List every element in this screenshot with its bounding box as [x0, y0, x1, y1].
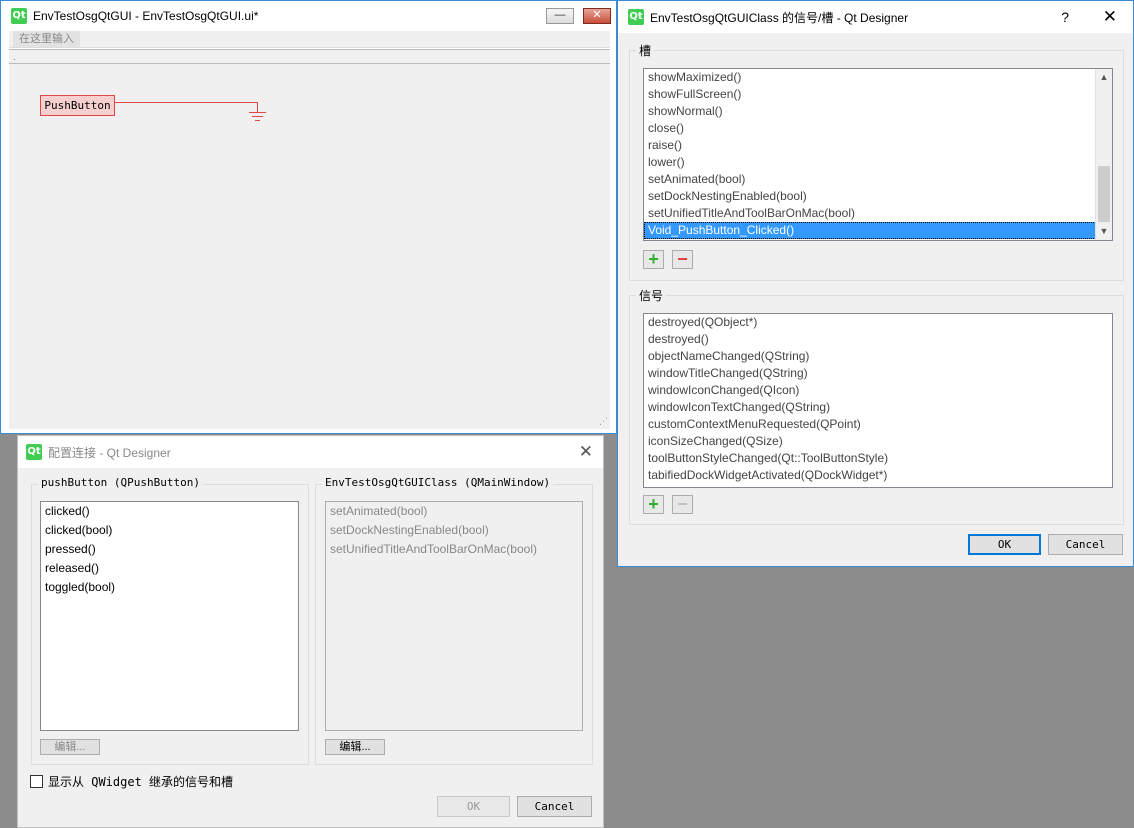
- signal-list-item[interactable]: tabifiedDockWidgetActivated(QDockWidget*…: [644, 467, 1112, 484]
- ok-button[interactable]: OK: [968, 534, 1041, 555]
- slots-items: showMaximized() showFullScreen() showNorma…: [644, 69, 1112, 239]
- slot-list-item[interactable]: showMaximized(): [644, 69, 1112, 86]
- slot-list-item[interactable]: setDockNestingEnabled(bool): [644, 188, 1112, 205]
- signals-items: destroyed(QObject*) destroyed() objectName…: [644, 314, 1112, 484]
- minimize-button[interactable]: —: [546, 8, 574, 24]
- close-icon[interactable]: ✕: [579, 442, 593, 462]
- receiver-slot-item[interactable]: setUnifiedTitleAndToolBarOnMac(bool): [326, 540, 582, 559]
- form-divider: [9, 63, 610, 64]
- sender-signal-item[interactable]: clicked(): [41, 502, 298, 521]
- edit-slots-button[interactable]: 编辑...: [325, 739, 385, 755]
- edit-signals-button[interactable]: 编辑...: [40, 739, 100, 755]
- signal-list-item[interactable]: windowIconChanged(QIcon): [644, 382, 1112, 399]
- remove-signal-button[interactable]: −: [672, 495, 693, 514]
- show-inherited-label: 显示从 QWidget 继承的信号和槽: [48, 775, 234, 789]
- sender-signal-item[interactable]: pressed(): [41, 540, 298, 559]
- signal-list-item[interactable]: destroyed(QObject*): [644, 314, 1112, 331]
- signals-list[interactable]: destroyed(QObject*) destroyed() objectName…: [643, 313, 1113, 488]
- slot-list-item[interactable]: setAnimated(bool): [644, 171, 1112, 188]
- signal-connection-line[interactable]: [115, 102, 258, 103]
- sender-signal-item[interactable]: clicked(bool): [41, 521, 298, 540]
- cancel-button[interactable]: Cancel: [1048, 534, 1123, 555]
- signal-list-item[interactable]: toolButtonStyleChanged(Qt::ToolButtonSty…: [644, 450, 1112, 467]
- help-button[interactable]: ?: [1061, 9, 1069, 25]
- receiver-slot-items: setAnimated(bool) setDockNestingEnabled(b…: [326, 502, 582, 559]
- qt-logo-icon: Qt: [11, 8, 27, 24]
- sender-group: pushButton (QPushButton) clicked() clicke…: [31, 476, 309, 765]
- sender-signal-items: clicked() clicked(bool) pressed() released(…: [41, 502, 298, 597]
- slots-list[interactable]: showMaximized() showFullScreen() showNorma…: [643, 68, 1113, 241]
- pushbutton-widget[interactable]: PushButton: [40, 95, 115, 116]
- close-icon[interactable]: ✕: [1103, 7, 1117, 27]
- sender-signal-item[interactable]: released(): [41, 559, 298, 578]
- signals-slots-title: EnvTestOsgQtGUIClass 的信号/槽 - Qt Designer: [650, 10, 909, 25]
- receiver-group: EnvTestOsgQtGUIClass (QMainWindow) setAn…: [315, 476, 593, 765]
- configure-connection-titlebar[interactable]: Qt 配置连接 - Qt Designer ✕: [18, 436, 603, 468]
- receiver-group-title: EnvTestOsgQtGUIClass (QMainWindow): [322, 476, 554, 489]
- scrollbar-thumb[interactable]: [1098, 166, 1110, 222]
- menubar-type-here-placeholder[interactable]: 在这里输入: [13, 31, 80, 47]
- signal-list-item[interactable]: objectNameChanged(QString): [644, 348, 1112, 365]
- configure-connection-dialog: Qt 配置连接 - Qt Designer ✕ pushButton (QPus…: [17, 435, 604, 828]
- signals-group-title: 信号: [636, 287, 667, 304]
- form-dot: .: [13, 52, 16, 62]
- signals-slots-titlebar[interactable]: Qt EnvTestOsgQtGUIClass 的信号/槽 - Qt Desig…: [618, 1, 1133, 33]
- slot-list-item[interactable]: showFullScreen(): [644, 86, 1112, 103]
- checkbox-box[interactable]: [30, 775, 43, 788]
- slot-list-item[interactable]: lower(): [644, 154, 1112, 171]
- sender-signals-list[interactable]: clicked() clicked(bool) pressed() released(…: [40, 501, 299, 731]
- ground-symbol-bar-1: [249, 112, 266, 113]
- qt-logo-icon: Qt: [26, 444, 42, 460]
- slot-list-item[interactable]: Void_PushButton_Clicked(): [644, 222, 1112, 239]
- sender-signal-item[interactable]: toggled(bool): [41, 578, 298, 597]
- ok-button[interactable]: OK: [437, 796, 510, 817]
- receiver-slot-item[interactable]: setDockNestingEnabled(bool): [326, 521, 582, 540]
- form-menubar: 在这里输入: [9, 31, 610, 48]
- ground-symbol-stem: [257, 102, 258, 112]
- signals-group: 信号 destroyed(QObject*) destroyed() objectN…: [629, 287, 1124, 525]
- sender-group-title: pushButton (QPushButton): [38, 476, 203, 489]
- size-grip-icon[interactable]: ⋰: [599, 416, 608, 427]
- signal-list-item[interactable]: customContextMenuRequested(QPoint): [644, 416, 1112, 433]
- form-canvas[interactable]: . PushButton ⋰: [9, 49, 610, 429]
- form-editor-window: Qt EnvTestOsgQtGUI - EnvTestOsgQtGUI.ui*…: [0, 0, 617, 434]
- show-inherited-checkbox[interactable]: 显示从 QWidget 继承的信号和槽: [30, 773, 233, 790]
- ground-symbol-bar-2: [252, 116, 263, 117]
- slots-group-title: 槽: [636, 42, 655, 59]
- signal-list-item[interactable]: windowIconTextChanged(QString): [644, 399, 1112, 416]
- ground-symbol-bar-3: [255, 120, 260, 121]
- signal-list-item[interactable]: destroyed(): [644, 331, 1112, 348]
- configure-connection-title: 配置连接 - Qt Designer: [48, 445, 171, 460]
- signals-slots-dialog: Qt EnvTestOsgQtGUIClass 的信号/槽 - Qt Desig…: [617, 0, 1134, 567]
- form-window-titlebar[interactable]: Qt EnvTestOsgQtGUI - EnvTestOsgQtGUI.ui*…: [1, 1, 616, 31]
- signal-list-item[interactable]: iconSizeChanged(QSize): [644, 433, 1112, 450]
- add-slot-button[interactable]: +: [643, 250, 664, 269]
- receiver-slot-item[interactable]: setAnimated(bool): [326, 502, 582, 521]
- add-signal-button[interactable]: +: [643, 495, 664, 514]
- cancel-button[interactable]: Cancel: [517, 796, 592, 817]
- qt-logo-icon: Qt: [628, 9, 644, 25]
- slot-list-item[interactable]: raise(): [644, 137, 1112, 154]
- form-window-title: EnvTestOsgQtGUI - EnvTestOsgQtGUI.ui*: [33, 9, 259, 23]
- close-button[interactable]: ✕: [583, 8, 611, 24]
- slot-list-item[interactable]: setUnifiedTitleAndToolBarOnMac(bool): [644, 205, 1112, 222]
- receiver-slots-list[interactable]: setAnimated(bool) setDockNestingEnabled(b…: [325, 501, 583, 731]
- remove-slot-button[interactable]: −: [672, 250, 693, 269]
- slots-group: 槽 showMaximized() showFullScreen() showNor…: [629, 42, 1124, 281]
- slot-list-item[interactable]: showNormal(): [644, 103, 1112, 120]
- slots-scrollbar[interactable]: ▲ ▼: [1095, 69, 1112, 240]
- signal-list-item[interactable]: windowTitleChanged(QString): [644, 365, 1112, 382]
- scroll-down-arrow-icon[interactable]: ▼: [1096, 223, 1112, 240]
- scroll-up-arrow-icon[interactable]: ▲: [1096, 69, 1112, 86]
- slot-list-item[interactable]: close(): [644, 120, 1112, 137]
